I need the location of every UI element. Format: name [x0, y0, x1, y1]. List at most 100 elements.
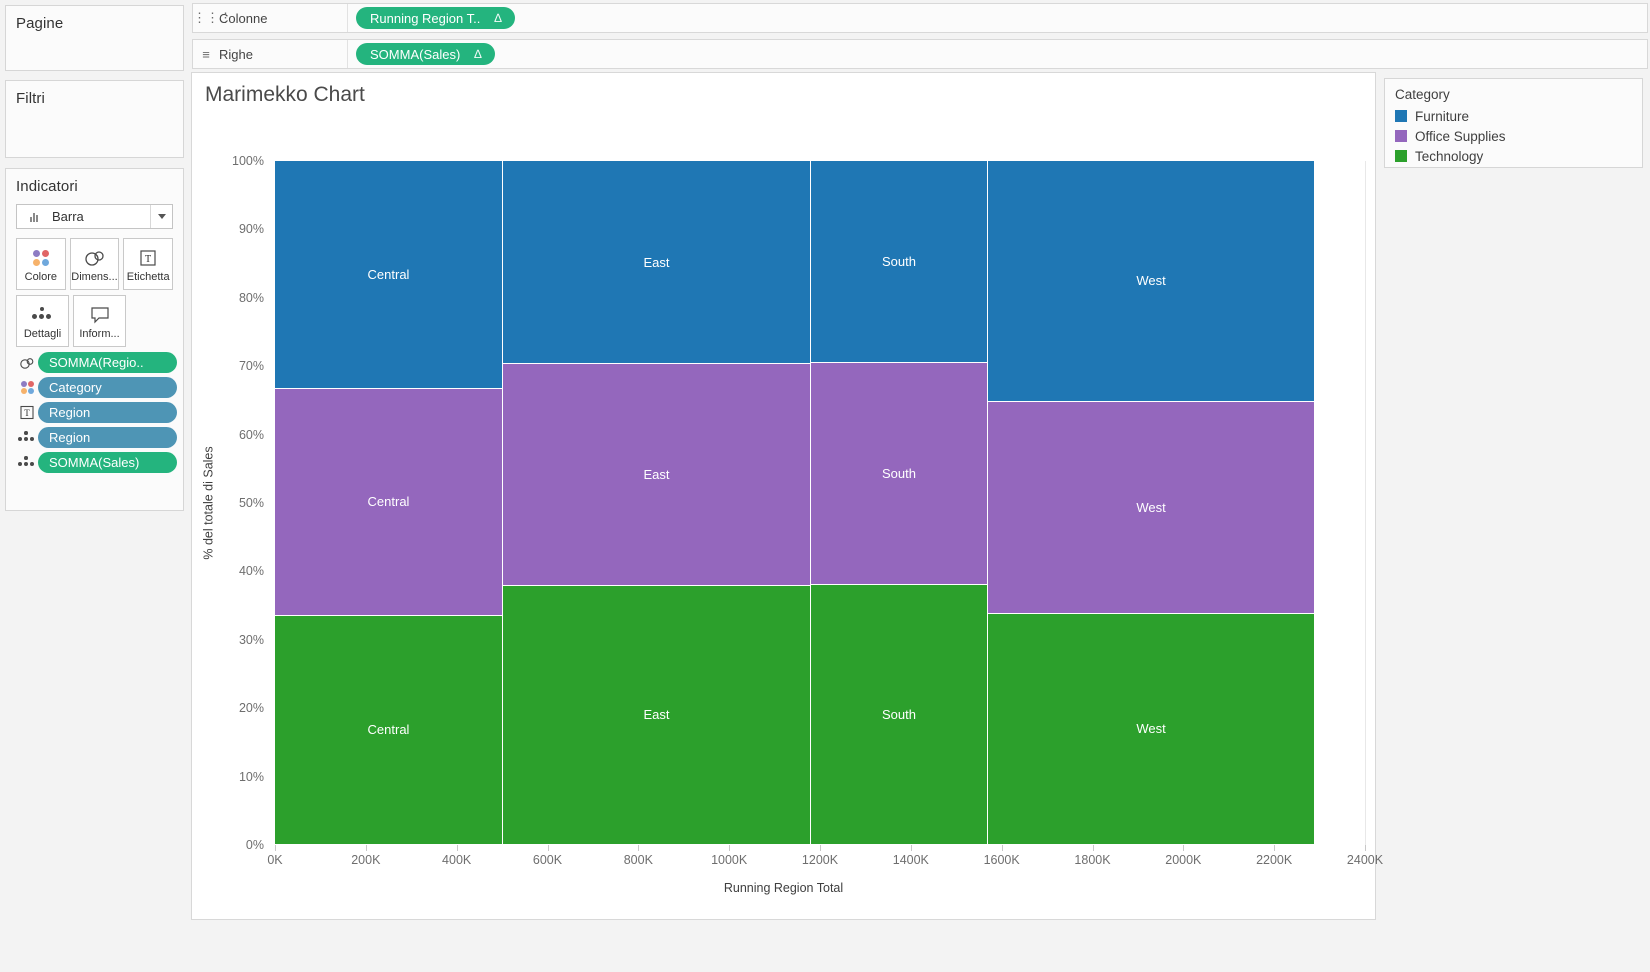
delta-icon: ∆ [474, 47, 481, 61]
left-panel: Pagine Filtri Indicatori Barra [0, 0, 190, 972]
columns-shelf-label: ⋮⋮⋮ Colonne [193, 4, 348, 32]
columns-shelf[interactable]: ⋮⋮⋮ Colonne Running Region T.. ∆ [192, 3, 1648, 33]
legend-swatch [1395, 150, 1407, 162]
view-pane: Marimekko Chart % del totale di Sales 0%… [191, 72, 1376, 920]
x-axis-ticks [275, 845, 1365, 853]
label-icon: T [138, 245, 158, 271]
color-button-label: Colore [25, 271, 57, 283]
rows-pill-sum-sales[interactable]: SOMMA(Sales) ∆ [356, 43, 495, 65]
chevron-down-icon[interactable] [150, 205, 172, 228]
svg-text:T: T [24, 408, 30, 418]
legend-item[interactable]: Technology [1385, 146, 1642, 166]
legend-item[interactable]: Office Supplies [1385, 126, 1642, 146]
label-icon: T [16, 405, 38, 420]
marks-pill-row: Category [6, 377, 183, 398]
delta-icon: ∆ [494, 11, 501, 25]
x-axis-tick-label: 0K [267, 853, 282, 867]
size-icon [16, 356, 38, 370]
legend-item[interactable]: Furniture [1385, 106, 1642, 126]
marks-property-row-1: Colore Dimens... T [6, 238, 183, 290]
detail-button[interactable]: Dettagli [16, 295, 69, 347]
marks-card: Indicatori Barra Colore [5, 168, 184, 511]
marimekko-plot: CentralCentralCentralEastEastEastSouthSo… [275, 161, 1365, 845]
x-axis-tick-label: 1200K [802, 853, 838, 867]
marimekko-segment[interactable]: West [988, 402, 1315, 614]
columns-icon: ⋮⋮⋮ [193, 10, 219, 26]
marimekko-segment[interactable]: East [503, 161, 811, 364]
x-axis-tick-label: 800K [624, 853, 653, 867]
size-icon [83, 245, 107, 271]
color-icon [33, 245, 49, 271]
marimekko-segment[interactable]: South [811, 363, 988, 585]
marimekko-segment[interactable]: South [811, 585, 988, 845]
y-axis-tick-label: 70% [239, 359, 264, 373]
legend-swatch [1395, 110, 1407, 122]
x-axis-tick-label: 2000K [1165, 853, 1201, 867]
x-axis-tick-label: 2200K [1256, 853, 1292, 867]
legend-title: Category [1385, 79, 1642, 106]
tableau-worksheet: Pagine Filtri Indicatori Barra [0, 0, 1650, 972]
x-axis-tick-label: 1600K [984, 853, 1020, 867]
marimekko-segment[interactable]: Central [275, 389, 503, 616]
y-axis-tick-label: 30% [239, 633, 264, 647]
x-axis-tick-label: 1400K [893, 853, 929, 867]
legend-item-list: FurnitureOffice SuppliesTechnology [1385, 106, 1642, 166]
x-axis-tick-label: 600K [533, 853, 562, 867]
x-axis-tick [1002, 845, 1003, 851]
mark-type-dropdown[interactable]: Barra [16, 204, 173, 229]
tooltip-button[interactable]: Inform... [73, 295, 126, 347]
marimekko-segment[interactable]: West [988, 614, 1315, 845]
marimekko-segment[interactable]: East [503, 586, 811, 845]
marks-property-row-2: Dettagli Inform... [6, 295, 183, 347]
x-axis-tick [275, 845, 276, 851]
tooltip-icon [89, 302, 111, 328]
marks-pill-category[interactable]: Category [38, 377, 177, 398]
pages-card-title: Pagine [6, 6, 183, 39]
filters-card: Filtri [5, 80, 184, 158]
marks-pill-sum-sales[interactable]: SOMMA(Sales) [38, 452, 177, 473]
detail-icon [16, 456, 38, 469]
size-button[interactable]: Dimens... [70, 238, 120, 290]
detail-icon [31, 302, 55, 328]
columns-pill-label: Running Region T.. [370, 11, 480, 26]
y-axis-tick-label: 20% [239, 701, 264, 715]
marimekko-segment[interactable]: South [811, 161, 988, 363]
marks-pill-region-label[interactable]: Region [38, 402, 177, 423]
y-axis-tick-label: 40% [239, 564, 264, 578]
y-axis-tick-label: 80% [239, 291, 264, 305]
y-axis-tick-label: 90% [239, 222, 264, 236]
x-axis-tick [729, 845, 730, 851]
rows-shelf-text: Righe [219, 47, 253, 62]
x-axis-tick [457, 845, 458, 851]
marks-pill-row: T Region [6, 402, 183, 423]
x-axis-tick-label: 2400K [1347, 853, 1383, 867]
marks-pill-row: Region [6, 427, 183, 448]
color-icon [16, 381, 38, 394]
x-axis-tick [820, 845, 821, 851]
mark-type-label: Barra [48, 209, 150, 224]
gridline [1365, 161, 1366, 845]
tooltip-button-label: Inform... [79, 328, 119, 340]
marks-pill-sum-region[interactable]: SOMMA(Regio.. [38, 352, 177, 373]
x-axis-tick-label: 1800K [1074, 853, 1110, 867]
color-button[interactable]: Colore [16, 238, 66, 290]
columns-pill-running-region-total[interactable]: Running Region T.. ∆ [356, 7, 515, 29]
x-axis-tick [638, 845, 639, 851]
size-button-label: Dimens... [71, 271, 117, 283]
label-button[interactable]: T Etichetta [123, 238, 173, 290]
marimekko-segment[interactable]: West [988, 161, 1315, 402]
pages-card: Pagine [5, 5, 184, 71]
y-axis-tick-labels: 0%10%20%30%40%50%60%70%80%90%100% [192, 161, 270, 845]
marimekko-segment[interactable]: Central [275, 616, 503, 845]
x-axis-title: Running Region Total [192, 881, 1375, 895]
marimekko-segment[interactable]: Central [275, 161, 503, 389]
marimekko-segments: CentralCentralCentralEastEastEastSouthSo… [275, 161, 1365, 845]
y-axis-tick-label: 60% [239, 428, 264, 442]
marks-pill-region-detail[interactable]: Region [38, 427, 177, 448]
marimekko-segment[interactable]: East [503, 364, 811, 586]
shelf-area: ⋮⋮⋮ Colonne Running Region T.. ∆ ≡ Righe… [190, 0, 1650, 72]
rows-shelf[interactable]: ≡ Righe SOMMA(Sales) ∆ [192, 39, 1648, 69]
label-button-label: Etichetta [127, 271, 170, 283]
y-axis-tick-label: 0% [246, 838, 264, 852]
x-axis-tick [548, 845, 549, 851]
